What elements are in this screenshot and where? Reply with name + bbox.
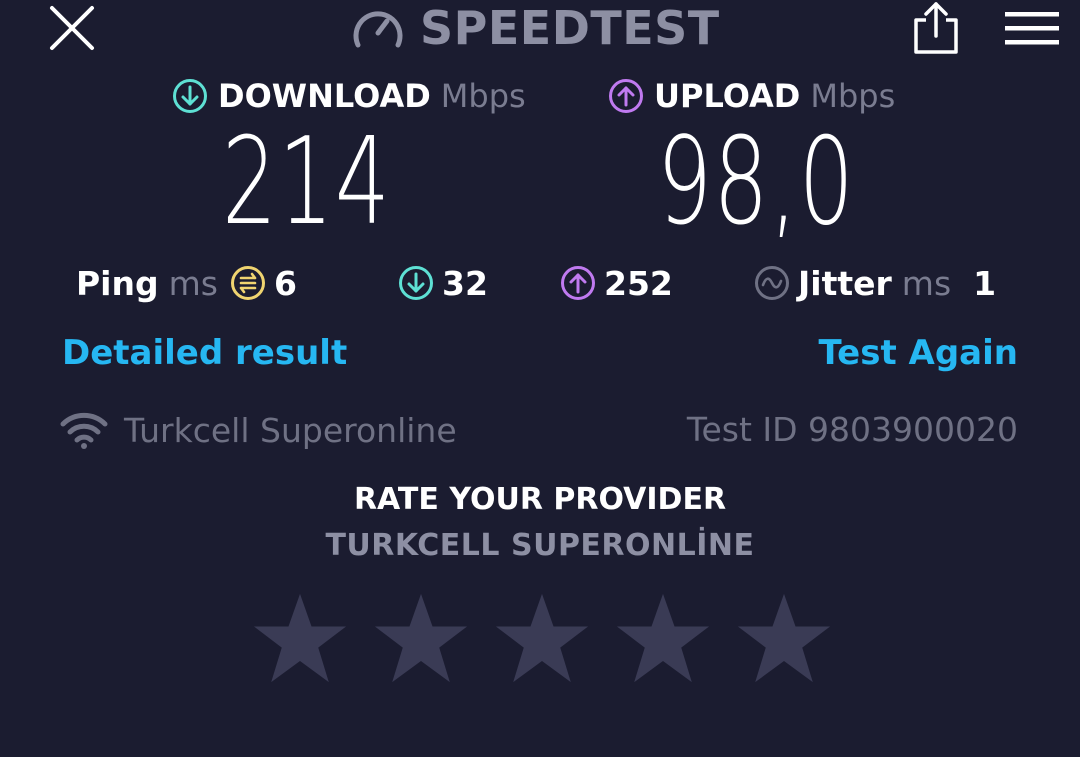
jitter-stat: Jitter ms 1 [754,260,996,306]
ping-icon [230,265,266,301]
share-icon [914,2,958,54]
brand-logo: SPEEDTEST [350,0,720,56]
ping-unit: ms [168,263,218,303]
star-icon-2[interactable] [373,590,469,686]
close-icon [50,6,94,50]
download-arrow-icon [173,79,207,113]
star-icon-4[interactable] [615,590,711,686]
speedometer-icon [353,11,403,48]
rate-provider-title: RATE YOUR PROVIDER [353,482,727,517]
upload-unit: Mbps [810,77,896,115]
download-latency-value: 32 [442,263,488,303]
upload-header: UPLOAD Mbps [608,74,895,118]
wifi-icon [60,412,108,449]
hamburger-menu-icon [1005,12,1059,45]
menu-button[interactable] [1002,10,1062,50]
upload-latency-stat: 252 [560,260,673,306]
star-icon-1[interactable] [252,590,348,686]
download-speed-value: 214 [222,113,392,252]
ping-label: Ping [76,263,159,303]
rate-provider-name: TURKCELL SUPERONLİNE [325,528,755,563]
ping-stat: Ping ms 6 [76,260,297,306]
provider-name: Turkcell Superonline [124,410,457,450]
upload-latency-value: 252 [604,263,673,303]
jitter-unit: ms [901,263,952,303]
jitter-wave-icon [754,265,790,301]
jitter-label: Jitter [798,263,892,303]
upload-speed-value: 98,0 [657,113,856,252]
upload-latency-icon [560,265,596,301]
provider-info: Turkcell Superonline [60,404,457,456]
close-button[interactable] [44,2,100,54]
download-label: DOWNLOAD [218,77,431,115]
download-unit: Mbps [440,77,526,115]
detailed-result-link[interactable]: Detailed result [62,330,347,376]
upload-label: UPLOAD [654,77,801,115]
jitter-value: 1 [973,263,997,303]
test-id: Test ID 9803900020 [686,410,1018,449]
speedtest-result-screen: SPEEDTEST DOWNLOAD Mbps UPLOAD Mbps 214 … [0,0,1080,757]
download-latency-stat: 32 [398,260,488,306]
test-again-link[interactable]: Test Again [818,330,1018,376]
download-latency-icon [398,265,434,301]
brand-name: SPEEDTEST [420,1,720,55]
upload-arrow-icon [609,79,643,113]
download-header: DOWNLOAD Mbps [172,74,526,118]
star-rating [252,590,832,690]
share-button[interactable] [908,2,964,54]
star-icon-5[interactable] [736,590,832,686]
star-icon-3[interactable] [494,590,590,686]
ping-value: 6 [273,263,297,303]
